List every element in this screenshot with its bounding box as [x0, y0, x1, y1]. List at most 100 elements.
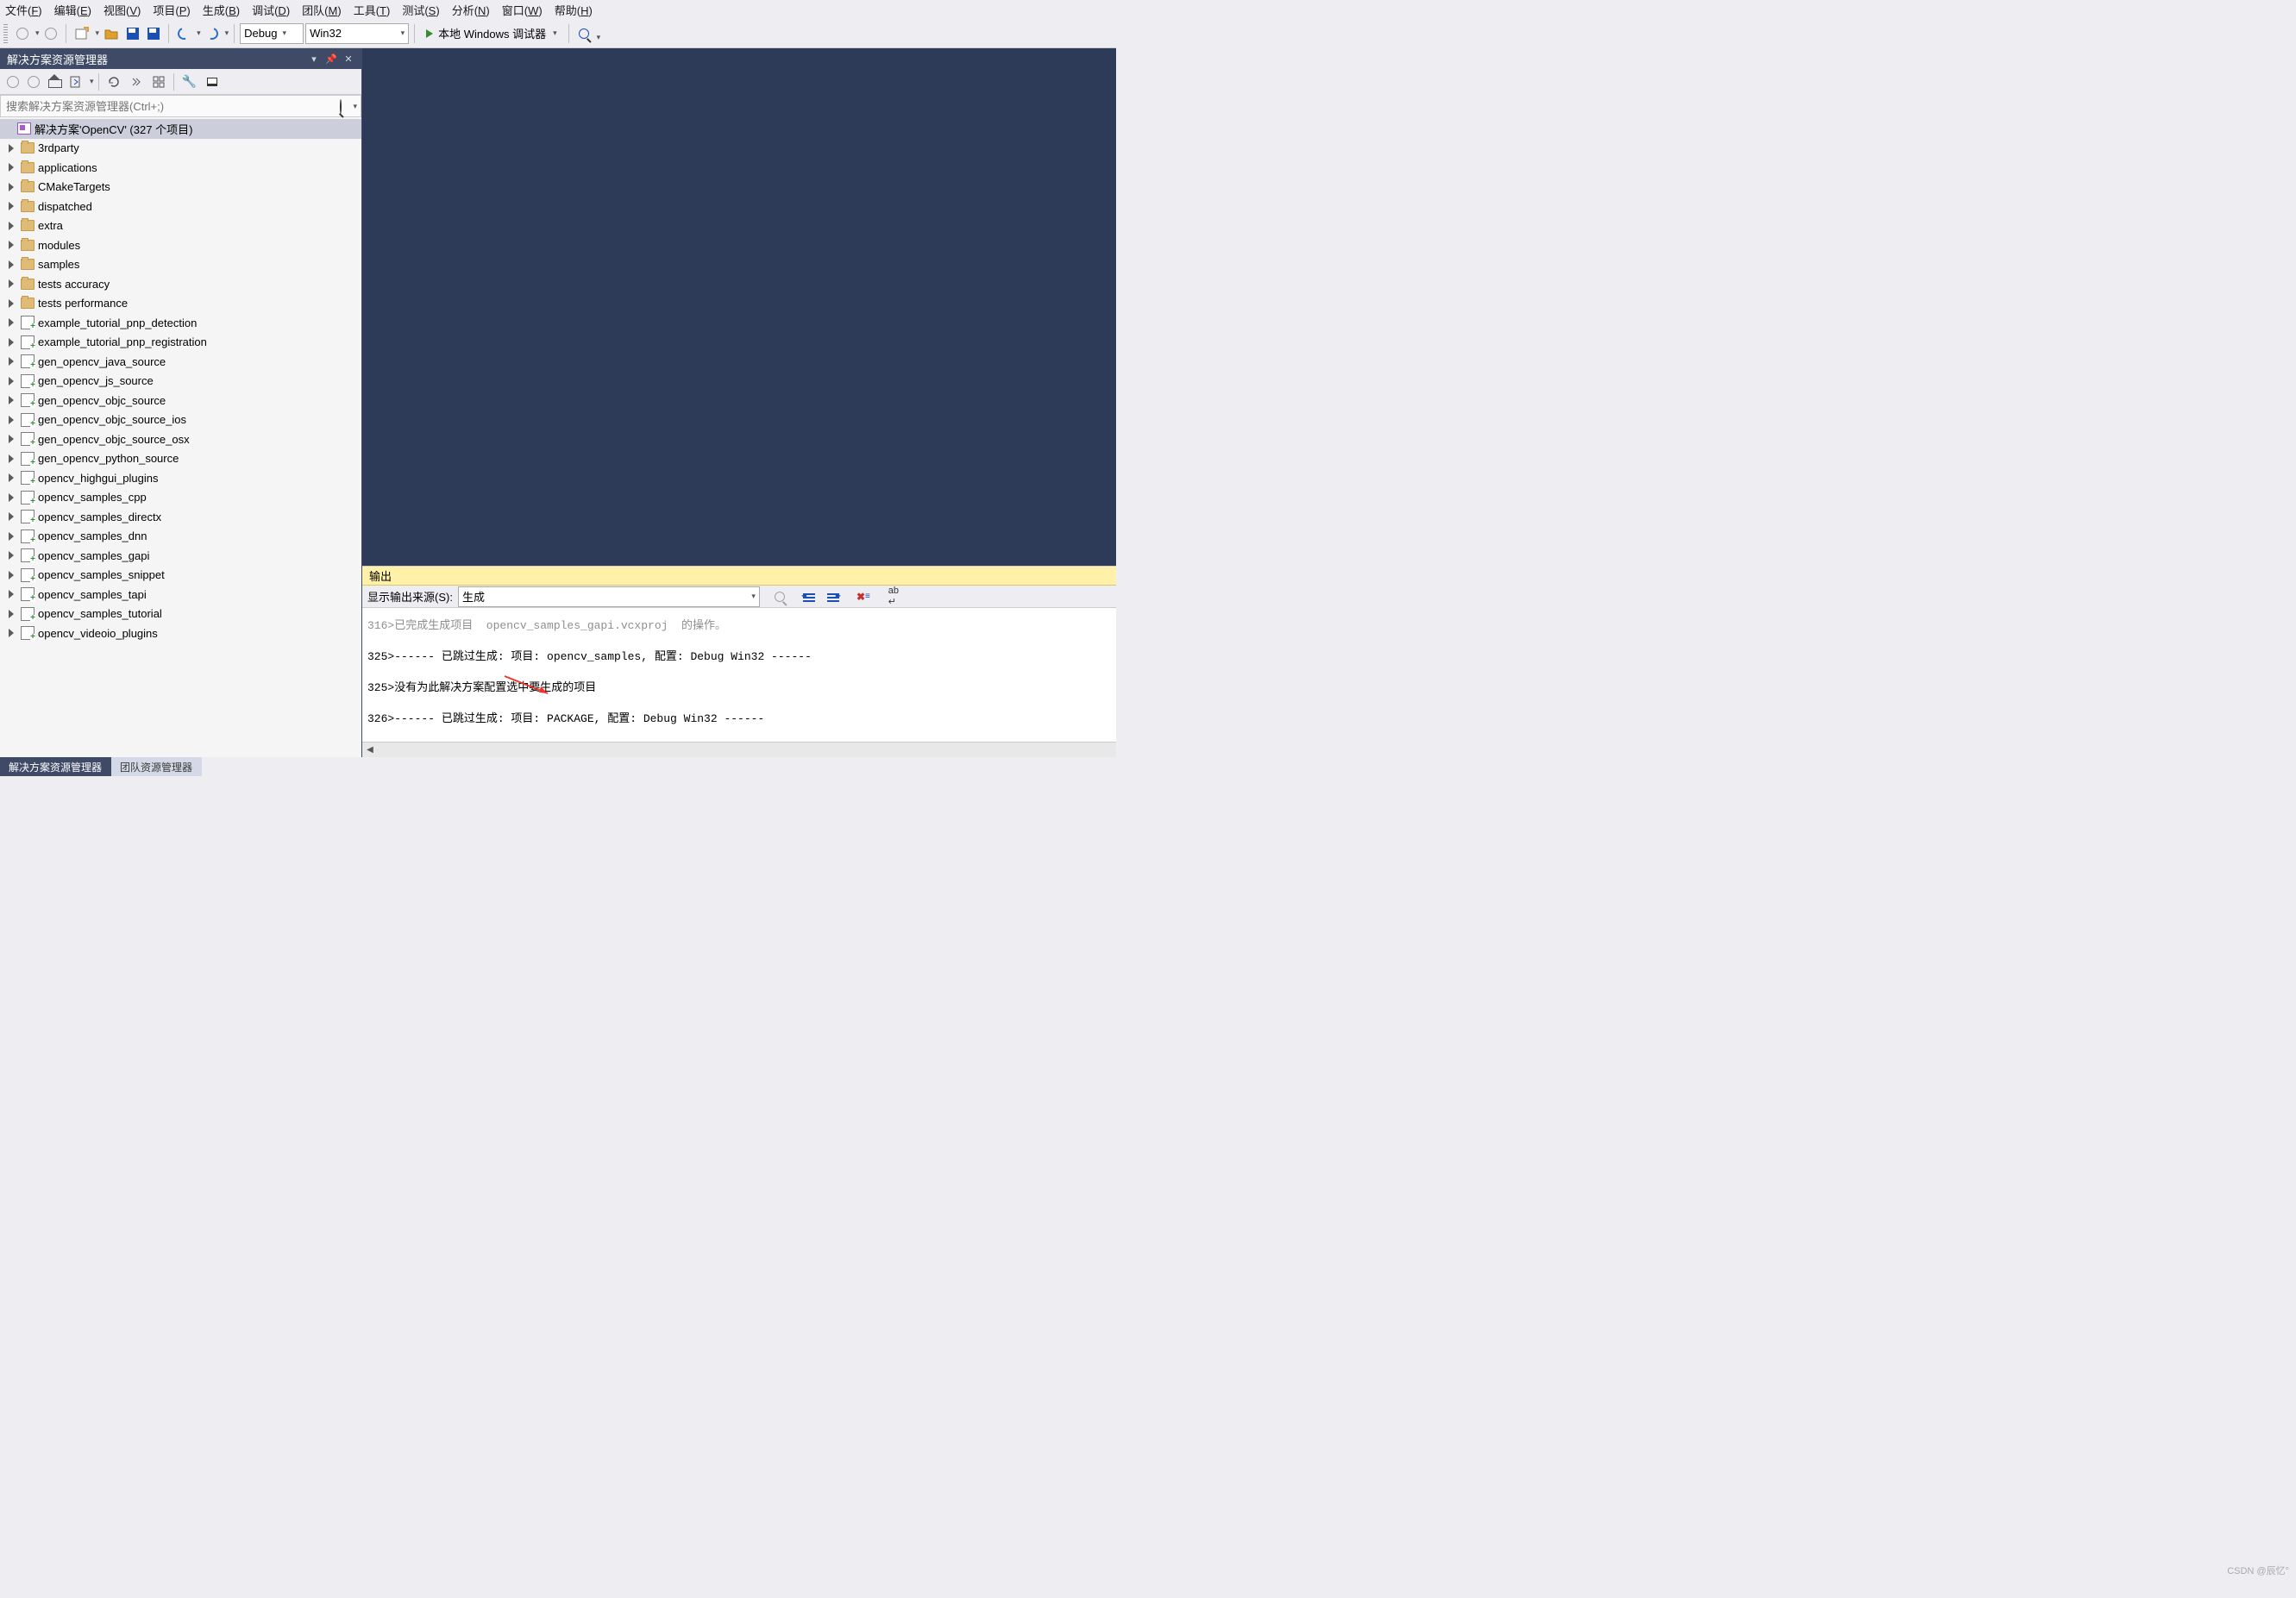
expander-icon[interactable] [9, 493, 14, 502]
nav-back-caret[interactable]: ▾ [35, 28, 40, 38]
expander-icon[interactable] [9, 454, 14, 463]
expander-icon[interactable] [9, 396, 14, 404]
expander-icon[interactable] [9, 377, 14, 385]
menu-file[interactable]: 文件(F) [5, 2, 42, 18]
tree-folder[interactable]: samples [0, 255, 361, 275]
tab-solution-explorer[interactable]: 解决方案资源管理器 [0, 757, 111, 776]
menu-view[interactable]: 视图(V) [104, 2, 141, 18]
tree-project[interactable]: opencv_samples_directx [0, 507, 361, 527]
menu-edit[interactable]: 编辑(E) [54, 2, 91, 18]
expander-icon[interactable] [9, 144, 14, 153]
nav-forward-button[interactable] [41, 23, 60, 44]
solution-search-input[interactable] [1, 100, 332, 113]
expander-icon[interactable] [9, 202, 14, 210]
toolbar-overflow[interactable]: ▾ [597, 33, 601, 42]
tree-project[interactable]: example_tutorial_pnp_detection [0, 313, 361, 333]
scroll-left-icon[interactable]: ◀ [362, 743, 378, 758]
output-text[interactable]: 316>已完成生成项目 opencv_samples_gapi.vcxproj … [362, 608, 1116, 742]
tree-project[interactable]: opencv_samples_tapi [0, 585, 361, 605]
tree-folder[interactable]: modules [0, 235, 361, 255]
start-debug-button[interactable]: 本地 Windows 调试器▾ [420, 23, 563, 44]
tree-project[interactable]: opencv_samples_tutorial [0, 605, 361, 624]
expander-icon[interactable] [9, 610, 14, 618]
nav-back-button[interactable] [13, 23, 32, 44]
se-back-button[interactable] [3, 72, 22, 92]
expander-icon[interactable] [9, 318, 14, 327]
se-preview-button[interactable] [202, 72, 223, 92]
find-in-files-button[interactable] [574, 23, 593, 44]
tree-folder[interactable]: extra [0, 216, 361, 236]
expander-icon[interactable] [9, 279, 14, 288]
tree-project[interactable]: opencv_highgui_plugins [0, 468, 361, 488]
expander-icon[interactable] [9, 571, 14, 580]
tab-team-explorer[interactable]: 团队资源管理器 [111, 757, 202, 776]
redo-caret[interactable]: ▾ [225, 28, 229, 38]
pin-icon[interactable]: 📌 [325, 53, 337, 65]
tree-project[interactable]: gen_opencv_python_source [0, 449, 361, 469]
output-indent-right-button[interactable] [824, 586, 843, 607]
tree-folder[interactable]: CMakeTargets [0, 178, 361, 197]
expander-icon[interactable] [9, 183, 14, 191]
expander-icon[interactable] [9, 241, 14, 249]
tree-folder[interactable]: applications [0, 158, 361, 178]
tree-project[interactable]: opencv_samples_dnn [0, 527, 361, 547]
menu-window[interactable]: 窗口(W) [502, 2, 543, 18]
config-dropdown[interactable]: Debug▾ [240, 23, 304, 44]
tree-folder[interactable]: dispatched [0, 197, 361, 216]
output-find-button[interactable] [770, 586, 789, 607]
new-project-button[interactable] [72, 23, 92, 44]
se-collapse-button[interactable] [126, 72, 147, 92]
expander-icon[interactable] [9, 473, 14, 482]
tree-project[interactable]: opencv_samples_gapi [0, 546, 361, 566]
panel-dropdown-icon[interactable]: ▾ [308, 53, 320, 65]
menu-project[interactable]: 项目(P) [153, 2, 190, 18]
output-header[interactable]: 输出 [362, 567, 1116, 586]
expander-icon[interactable] [9, 416, 14, 424]
tree-folder[interactable]: tests performance [0, 294, 361, 314]
menu-tools[interactable]: 工具(T) [354, 2, 391, 18]
expander-icon[interactable] [9, 163, 14, 172]
solution-root-node[interactable]: 解决方案'OpenCV' (327 个项目) [0, 119, 361, 139]
menu-team[interactable]: 团队(M) [302, 2, 342, 18]
tree-project[interactable]: opencv_samples_cpp [0, 488, 361, 508]
tree-project[interactable]: example_tutorial_pnp_registration [0, 333, 361, 353]
se-sync-button[interactable] [66, 72, 86, 92]
tree-project[interactable]: gen_opencv_js_source [0, 372, 361, 392]
expander-icon[interactable] [9, 590, 14, 598]
platform-dropdown[interactable]: Win32▾ [305, 23, 409, 44]
menu-test[interactable]: 测试(S) [402, 2, 439, 18]
output-indent-left-button[interactable] [800, 586, 819, 607]
se-showall-button[interactable] [148, 72, 169, 92]
se-refresh-button[interactable] [104, 72, 124, 92]
open-file-button[interactable] [101, 23, 122, 44]
se-properties-button[interactable]: 🔧 [179, 72, 200, 92]
expander-icon[interactable] [9, 338, 14, 347]
menu-debug[interactable]: 调试(D) [252, 2, 290, 18]
solution-search-box[interactable]: ▾ [0, 95, 361, 117]
undo-caret[interactable]: ▾ [197, 28, 201, 38]
expander-icon[interactable] [9, 357, 14, 366]
tree-project[interactable]: gen_opencv_java_source [0, 352, 361, 372]
undo-button[interactable] [174, 23, 193, 44]
new-project-caret[interactable]: ▾ [96, 28, 100, 38]
tree-folder[interactable]: 3rdparty [0, 139, 361, 159]
tree-project[interactable]: gen_opencv_objc_source_ios [0, 410, 361, 430]
search-caret[interactable]: ▾ [353, 102, 357, 111]
redo-button[interactable] [203, 23, 222, 44]
search-icon[interactable] [332, 100, 349, 113]
tree-project[interactable]: gen_opencv_objc_source [0, 391, 361, 410]
save-all-button[interactable] [144, 23, 163, 44]
solution-tree[interactable]: 解决方案'OpenCV' (327 个项目) 3rdparty applicat… [0, 117, 361, 757]
toolbar-grip[interactable] [3, 24, 8, 43]
close-icon[interactable]: ✕ [342, 53, 354, 65]
expander-icon[interactable] [9, 222, 14, 230]
tree-project[interactable]: gen_opencv_objc_source_osx [0, 429, 361, 449]
menu-analyze[interactable]: 分析(N) [452, 2, 490, 18]
output-wrap-button[interactable]: ab↵ [884, 586, 903, 607]
menu-help[interactable]: 帮助(H) [555, 2, 593, 18]
se-home-button[interactable] [45, 72, 64, 92]
expander-icon[interactable] [9, 299, 14, 308]
tree-project[interactable]: opencv_videoio_plugins [0, 624, 361, 643]
se-forward-button[interactable] [24, 72, 43, 92]
output-h-scrollbar[interactable]: ◀ [362, 742, 1116, 757]
